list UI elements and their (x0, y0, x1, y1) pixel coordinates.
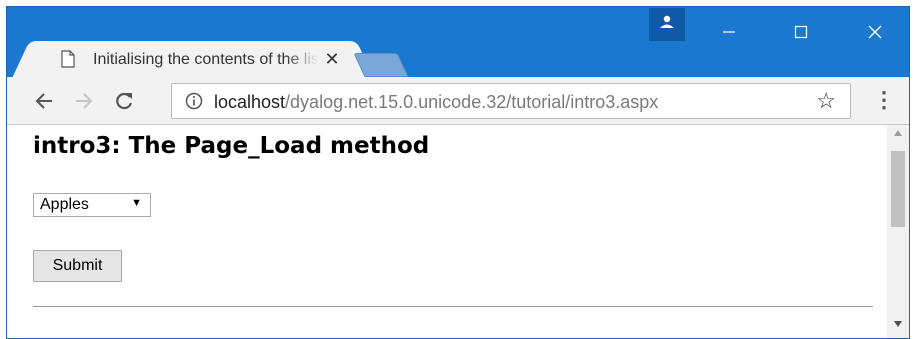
forward-button[interactable] (71, 89, 97, 113)
page-icon (61, 50, 75, 68)
tab-close-button[interactable]: ✕ (321, 47, 343, 71)
back-button[interactable] (31, 89, 57, 113)
profile-button[interactable] (649, 8, 685, 41)
tab-title: Initialising the contents of the list (93, 51, 319, 68)
url-path: /dyalog.net.15.0.unicode.32/tutorial/int… (285, 92, 659, 112)
vertical-scrollbar[interactable] (887, 125, 909, 338)
browser-window: Initialising the contents of the list ✕ (6, 6, 910, 339)
submit-button[interactable]: Submit (33, 250, 122, 282)
scroll-up-button[interactable] (887, 129, 909, 143)
info-icon (185, 92, 203, 110)
fruit-dropdown[interactable]: Apples ▼ (33, 193, 151, 217)
scroll-down-button[interactable] (887, 320, 909, 334)
window-close-button[interactable] (845, 7, 905, 57)
url-host: localhost (214, 92, 286, 112)
scrollbar-thumb[interactable] (891, 151, 905, 227)
bookmark-star-icon[interactable]: ☆ (816, 88, 836, 114)
profile-icon (660, 15, 674, 28)
browser-tab[interactable]: Initialising the contents of the list ✕ (35, 41, 351, 77)
forward-arrow-icon (76, 93, 93, 109)
page-content: intro3: The Page_Load method Apples ▼ Su… (7, 125, 909, 338)
menu-icon[interactable]: ⋮ (873, 87, 895, 113)
dropdown-arrow-icon: ▼ (131, 197, 142, 209)
horizontal-rule (33, 306, 873, 307)
reload-button[interactable] (111, 89, 137, 113)
dropdown-selected-value: Apples (40, 196, 89, 213)
title-bar: Initialising the contents of the list ✕ (7, 7, 909, 77)
maximize-icon (794, 25, 808, 39)
address-bar[interactable]: localhost/dyalog.net.15.0.unicode.32/tut… (171, 83, 851, 119)
back-arrow-icon (35, 93, 52, 109)
window-close-icon (868, 25, 882, 39)
browser-toolbar: localhost/dyalog.net.15.0.unicode.32/tut… (7, 77, 909, 125)
url-text: localhost/dyalog.net.15.0.unicode.32/tut… (214, 92, 658, 113)
scroll-up-icon (894, 130, 902, 136)
minimize-icon (723, 31, 735, 33)
minimize-button[interactable] (699, 7, 759, 57)
page-heading: intro3: The Page_Load method (33, 133, 430, 159)
maximize-button[interactable] (771, 7, 831, 57)
reload-icon (116, 92, 133, 110)
scroll-down-icon (894, 321, 902, 327)
